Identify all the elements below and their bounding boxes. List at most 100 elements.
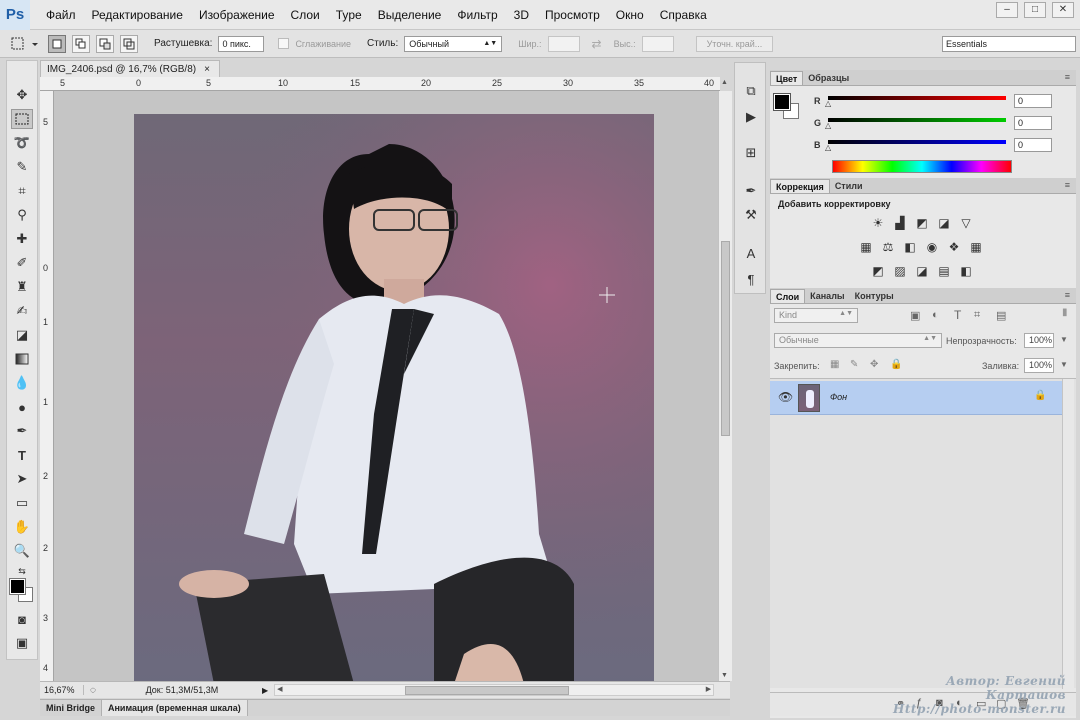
path-selection-tool-icon[interactable]: ➤	[11, 469, 33, 489]
canvas-vertical-scrollbar[interactable]: ▲ ▼	[718, 79, 732, 681]
subtract-from-selection-button[interactable]	[96, 34, 114, 53]
minimize-button[interactable]: –	[996, 2, 1018, 18]
invert-icon[interactable]: ◩	[870, 264, 886, 278]
foreground-color-swatch[interactable]	[9, 578, 26, 595]
color-lookup-icon[interactable]: ▦	[968, 240, 984, 254]
layer-kind-filter[interactable]: Kind ▲▼	[774, 308, 858, 323]
fill-dropdown-icon[interactable]: ▼	[1060, 360, 1068, 369]
character-panel-icon[interactable]: A	[740, 243, 762, 263]
menu-layers[interactable]: Слои	[283, 8, 328, 22]
lock-position-icon[interactable]: ✥	[870, 359, 878, 370]
filter-shape-layers-icon[interactable]: ⌗	[974, 309, 980, 322]
opacity-dropdown-icon[interactable]: ▼	[1060, 335, 1068, 344]
history-panel-icon[interactable]: ⧉	[740, 81, 762, 101]
curves-icon[interactable]: ◩	[914, 216, 930, 230]
status-menu-arrow-icon[interactable]: ▶	[262, 686, 268, 695]
pen-tool-icon[interactable]: ✒	[11, 421, 33, 441]
brightness-contrast-icon[interactable]: ☀	[870, 216, 886, 230]
hand-tool-icon[interactable]: ✋	[11, 517, 33, 537]
filter-smart-objects-icon[interactable]: ▤	[996, 309, 1006, 322]
canvas-area[interactable]	[54, 91, 718, 681]
scroll-up-arrow-icon[interactable]: ▲	[721, 79, 728, 86]
lock-transparent-icon[interactable]: ▦	[830, 359, 839, 370]
document-close-icon[interactable]: ×	[204, 64, 210, 75]
tab-layers[interactable]: Слои	[770, 289, 806, 303]
tool-preset-picker[interactable]	[8, 35, 42, 53]
color-balance-icon[interactable]: ⚖	[880, 240, 896, 254]
fill-input[interactable]: 100%	[1024, 358, 1054, 373]
slider-thumb-icon[interactable]: △	[825, 143, 831, 152]
tool-presets-panel-icon[interactable]: ⚒	[740, 205, 762, 225]
status-info-icon[interactable]: ◌	[90, 685, 96, 696]
zoom-tool-icon[interactable]: 🔍	[11, 541, 33, 561]
green-slider[interactable]	[828, 118, 1006, 122]
exposure-icon[interactable]: ◪	[936, 216, 952, 230]
menu-help[interactable]: Справка	[652, 8, 715, 22]
gradient-tool-icon[interactable]	[11, 349, 33, 369]
eraser-tool-icon[interactable]: ◪	[11, 325, 33, 345]
blue-slider[interactable]	[828, 140, 1006, 144]
color-spectrum-bar[interactable]	[832, 160, 1012, 173]
scroll-down-arrow-icon[interactable]: ▼	[721, 672, 728, 679]
scroll-left-arrow-icon[interactable]: ◀	[277, 685, 282, 693]
add-to-selection-button[interactable]	[72, 34, 90, 53]
tab-swatches[interactable]: Образцы	[803, 71, 854, 85]
panel-menu-icon[interactable]: ≡	[1065, 290, 1070, 300]
move-tool-icon[interactable]: ✥	[11, 85, 33, 105]
menu-3d[interactable]: 3D	[506, 8, 537, 22]
panel-menu-icon[interactable]: ≡	[1065, 180, 1070, 190]
properties-panel-icon[interactable]: ⊞	[740, 143, 762, 163]
menu-view[interactable]: Просмотр	[537, 8, 608, 22]
eyedropper-tool-icon[interactable]: ⚲	[11, 205, 33, 225]
tab-paths[interactable]: Контуры	[850, 289, 899, 303]
refine-edge-button[interactable]: Уточн. край...	[695, 35, 774, 52]
vibrance-icon[interactable]: ▽	[958, 216, 974, 230]
document-tab[interactable]: IMG_2406.psd @ 16,7% (RGB/8) ×	[40, 60, 220, 77]
hue-saturation-icon[interactable]: ▦	[858, 240, 874, 254]
visibility-eye-icon[interactable]: 👁	[778, 390, 793, 404]
menu-select[interactable]: Выделение	[370, 8, 450, 22]
lasso-tool-icon[interactable]: ➰	[11, 133, 33, 153]
history-brush-tool-icon[interactable]: ✍	[11, 301, 33, 321]
menu-window[interactable]: Окно	[608, 8, 652, 22]
slider-thumb-icon[interactable]: △	[825, 121, 831, 130]
document-image[interactable]	[134, 114, 654, 681]
tab-mini-bridge[interactable]: Mini Bridge	[40, 700, 102, 716]
maximize-button[interactable]: □	[1024, 2, 1046, 18]
blur-tool-icon[interactable]: 💧	[11, 373, 33, 393]
rectangle-tool-icon[interactable]: ▭	[11, 493, 33, 513]
horizontal-scrollbar[interactable]: ◀ ▶	[274, 684, 715, 696]
menu-image[interactable]: Изображение	[191, 8, 283, 22]
black-white-icon[interactable]: ◧	[902, 240, 918, 254]
menu-edit[interactable]: Редактирование	[84, 8, 191, 22]
scroll-right-arrow-icon[interactable]: ▶	[706, 685, 711, 693]
close-button[interactable]: ✕	[1052, 2, 1074, 18]
lock-image-icon[interactable]: ✎	[850, 359, 858, 370]
style-select[interactable]: Обычный ▲▼	[404, 35, 503, 52]
h-scroll-thumb[interactable]	[405, 686, 570, 695]
levels-icon[interactable]: ▟	[892, 216, 908, 230]
posterize-icon[interactable]: ▨	[892, 264, 908, 278]
filter-toggle-icon[interactable]: ▮	[1062, 307, 1068, 318]
foreground-color-swatch[interactable]	[773, 93, 791, 111]
slider-thumb-icon[interactable]: △	[825, 99, 831, 108]
menu-type[interactable]: Type	[328, 8, 370, 22]
layers-scrollbar[interactable]	[1062, 379, 1074, 689]
blend-mode-select[interactable]: Обычные ▲▼	[774, 333, 942, 348]
tab-color[interactable]: Цвет	[770, 71, 804, 85]
selective-color-icon[interactable]: ◧	[958, 264, 974, 278]
opacity-input[interactable]: 100%	[1024, 333, 1054, 348]
new-selection-button[interactable]	[48, 34, 66, 53]
red-slider[interactable]	[828, 96, 1006, 100]
feather-input[interactable]: 0 пикс.	[218, 35, 265, 52]
quick-selection-tool-icon[interactable]: ✎	[11, 157, 33, 177]
intersect-selection-button[interactable]	[120, 34, 138, 53]
blue-value[interactable]: 0	[1014, 138, 1052, 152]
tab-adjustments[interactable]: Коррекция	[770, 179, 830, 193]
menu-filter[interactable]: Фильтр	[449, 8, 505, 22]
filter-pixel-layers-icon[interactable]: ▣	[910, 309, 920, 322]
tab-channels[interactable]: Каналы	[805, 289, 849, 303]
rectangular-marquee-tool-icon[interactable]	[11, 109, 33, 129]
quick-mask-icon[interactable]: ◙	[11, 609, 33, 629]
clone-stamp-tool-icon[interactable]: ♜	[11, 277, 33, 297]
